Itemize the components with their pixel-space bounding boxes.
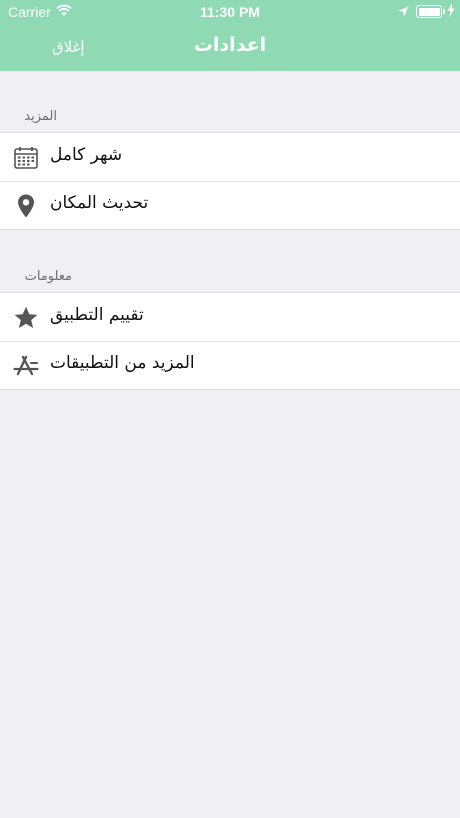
location-pin-icon (13, 193, 39, 219)
settings-row-label: تحديث المكان (50, 193, 149, 213)
settings-group-info: تقييم التطبيق المزيد من التطبيقات (0, 292, 460, 390)
section-header-more: المزيد (24, 109, 57, 124)
battery-tip (443, 9, 445, 14)
battery-icon (416, 5, 442, 18)
settings-group-more: شهر كامل تحديث المكان (0, 132, 460, 230)
location-arrow-icon (398, 5, 409, 21)
settings-row-label: تقييم التطبيق (50, 305, 144, 325)
settings-row-label: شهر كامل (50, 145, 123, 165)
settings-row-label: المزيد من التطبيقات (50, 353, 195, 373)
star-icon (13, 305, 39, 331)
calendar-icon (13, 145, 39, 171)
top-bar: Carrier 11:30 PM إغلاق اعدادات (0, 0, 460, 71)
page-title: اعدادات (193, 34, 267, 56)
section-header-info: معلومات (24, 269, 72, 284)
charging-bolt-icon (447, 3, 455, 21)
settings-row-full-month[interactable]: شهر كامل (0, 133, 460, 181)
status-time: 11:30 PM (200, 4, 260, 20)
settings-row-rate-app[interactable]: تقييم التطبيق (0, 293, 460, 341)
settings-row-more-apps[interactable]: المزيد من التطبيقات (0, 341, 460, 389)
status-bar: Carrier 11:30 PM (0, 0, 460, 24)
settings-row-update-location[interactable]: تحديث المكان (0, 181, 460, 229)
app-store-icon (13, 353, 39, 379)
navigation-bar: إغلاق اعدادات (0, 24, 460, 71)
